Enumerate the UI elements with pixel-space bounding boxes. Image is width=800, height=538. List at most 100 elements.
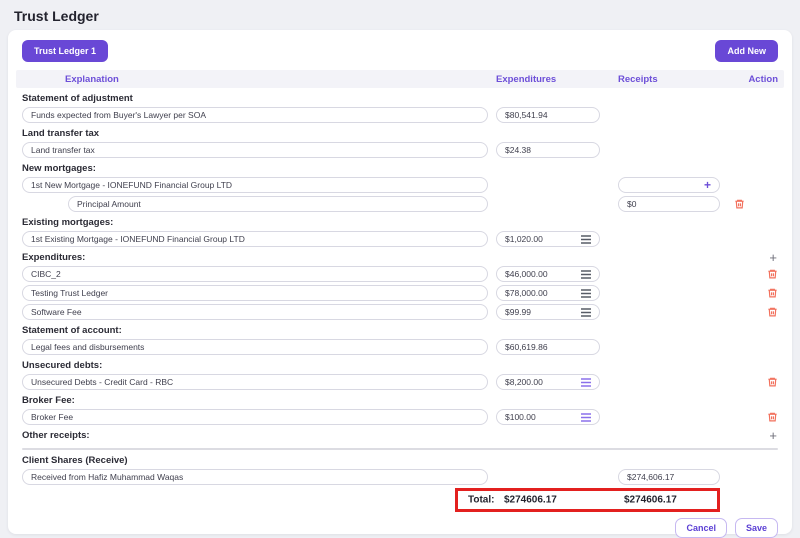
section-header-row: Land transfer tax (22, 127, 778, 140)
ledger-row: Land transfer tax $24.38 (22, 142, 778, 158)
total-wrap: Total: $274606.17 $274606.17 (16, 488, 784, 512)
expenditure-field[interactable]: $99.99 (496, 304, 600, 320)
section-label: Existing mortgages: (22, 217, 113, 228)
expenditure-field[interactable]: $100.00 (496, 409, 600, 425)
explanation-cell: Broker Fee (22, 409, 488, 425)
expenditure-field[interactable]: $80,541.94 (496, 107, 600, 123)
explanation-field[interactable]: Software Fee (22, 304, 488, 320)
ledger-row: Principal Amount $0 (22, 196, 778, 212)
receipt-cell: $274,606.17 (618, 469, 720, 485)
trash-icon[interactable] (767, 411, 778, 423)
explanation-field[interactable]: Principal Amount (68, 196, 488, 212)
action-cell (720, 306, 778, 318)
list-lines-icon[interactable] (581, 235, 591, 244)
section-header-row: Broker Fee: (22, 394, 778, 407)
section-header-row: Expenditures: + (22, 251, 778, 264)
add-row-plus-icon[interactable]: + (768, 251, 778, 264)
cancel-button[interactable]: Cancel (675, 518, 727, 538)
tab-trust-ledger-1[interactable]: Trust Ledger 1 (22, 40, 108, 62)
expenditure-field[interactable]: $8,200.00 (496, 374, 600, 390)
explanation-field[interactable]: Unsecured Debts - Credit Card - RBC (22, 374, 488, 390)
explanation-field[interactable]: CIBC_2 (22, 266, 488, 282)
explanation-cell: Received from Hafiz Muhammad Waqas (22, 469, 488, 485)
expenditure-cell: $99.99 (496, 304, 600, 320)
explanation-cell: 1st New Mortgage - IONEFUND Financial Gr… (22, 177, 488, 193)
section-header-row: Statement of account: (22, 324, 778, 337)
trash-icon[interactable] (767, 268, 778, 280)
list-lines-icon[interactable] (581, 413, 591, 422)
section-label: Land transfer tax (22, 128, 99, 139)
explanation-cell: Unsecured Debts - Credit Card - RBC (22, 374, 488, 390)
header-receipts: Receipts (618, 74, 720, 85)
explanation-field[interactable]: Funds expected from Buyer's Lawyer per S… (22, 107, 488, 123)
ledger-row: Testing Trust Ledger $78,000.00 (22, 285, 778, 301)
expenditure-field[interactable]: $24.38 (496, 142, 600, 158)
trash-icon[interactable] (767, 376, 778, 388)
trash-icon[interactable] (734, 198, 745, 210)
receipt-add-field[interactable]: + (618, 177, 720, 193)
receipt-field[interactable]: $274,606.17 (618, 469, 720, 485)
list-lines-icon[interactable] (581, 289, 591, 298)
section-label: Statement of account: (22, 325, 122, 336)
add-new-button[interactable]: Add New (715, 40, 778, 62)
ledger-row: 1st Existing Mortgage - IONEFUND Financi… (22, 231, 778, 247)
expenditure-cell: $78,000.00 (496, 285, 600, 301)
explanation-field-value: Land transfer tax (31, 145, 479, 155)
explanation-field[interactable]: Land transfer tax (22, 142, 488, 158)
expenditure-cell: $60,619.86 (496, 339, 600, 355)
explanation-field-value: Unsecured Debts - Credit Card - RBC (31, 377, 479, 387)
explanation-field-value: Funds expected from Buyer's Lawyer per S… (31, 110, 479, 120)
receipt-field[interactable]: $0 (618, 196, 720, 212)
trust-ledger-card: Trust Ledger 1 Add New Explanation Expen… (8, 30, 792, 534)
receipt-field-value: $0 (627, 199, 711, 209)
explanation-field[interactable]: 1st Existing Mortgage - IONEFUND Financi… (22, 231, 488, 247)
total-row: Total: $274606.17 $274606.17 (455, 488, 720, 512)
add-row-plus-icon[interactable]: + (768, 429, 778, 442)
section-label: Other receipts: (22, 430, 90, 441)
explanation-field-value: CIBC_2 (31, 269, 479, 279)
section-header-row: Other receipts: + (22, 429, 778, 442)
expenditure-cell: $80,541.94 (496, 107, 600, 123)
explanation-field[interactable]: Testing Trust Ledger (22, 285, 488, 301)
section-header-row: New mortgages: (22, 162, 778, 175)
list-lines-icon[interactable] (581, 378, 591, 387)
explanation-field[interactable]: Legal fees and disbursements (22, 339, 488, 355)
explanation-cell: CIBC_2 (22, 266, 488, 282)
table-header-row: Explanation Expenditures Receipts Action (16, 70, 784, 88)
ledger-row: CIBC_2 $46,000.00 (22, 266, 778, 282)
explanation-field-value: Testing Trust Ledger (31, 288, 479, 298)
section-header-row: Statement of adjustment (22, 92, 778, 105)
expenditure-field-value: $80,541.94 (505, 110, 591, 120)
header-explanation: Explanation (22, 74, 488, 85)
section-label: Unsecured debts: (22, 360, 102, 371)
explanation-cell: Testing Trust Ledger (22, 285, 488, 301)
explanation-field-value: Principal Amount (77, 199, 479, 209)
explanation-field-value: Received from Hafiz Muhammad Waqas (31, 472, 479, 482)
save-button[interactable]: Save (735, 518, 778, 538)
total-receipts: $274606.17 (624, 495, 677, 506)
explanation-field-value: Software Fee (31, 307, 479, 317)
expenditure-field[interactable]: $78,000.00 (496, 285, 600, 301)
ledger-row: Received from Hafiz Muhammad Waqas $274,6… (22, 469, 778, 485)
action-cell (720, 287, 778, 299)
list-lines-icon[interactable] (581, 308, 591, 317)
expenditure-field-value: $60,619.86 (505, 342, 591, 352)
explanation-cell: Funds expected from Buyer's Lawyer per S… (22, 107, 488, 123)
section-label: Broker Fee: (22, 395, 75, 406)
section-label: New mortgages: (22, 163, 96, 174)
plus-icon[interactable]: + (704, 178, 711, 192)
page-title: Trust Ledger (0, 0, 800, 30)
ledger-body: Statement of adjustment Funds expected fr… (16, 92, 784, 485)
list-lines-icon[interactable] (581, 270, 591, 279)
expenditure-field-value: $78,000.00 (505, 288, 581, 298)
section-label: Expenditures: (22, 252, 85, 263)
expenditure-field[interactable]: $60,619.86 (496, 339, 600, 355)
expenditure-field[interactable]: $1,020.00 (496, 231, 600, 247)
explanation-field[interactable]: 1st New Mortgage - IONEFUND Financial Gr… (22, 177, 488, 193)
ledger-row: Broker Fee $100.00 (22, 409, 778, 425)
explanation-field[interactable]: Received from Hafiz Muhammad Waqas (22, 469, 488, 485)
trash-icon[interactable] (767, 306, 778, 318)
expenditure-field[interactable]: $46,000.00 (496, 266, 600, 282)
explanation-field[interactable]: Broker Fee (22, 409, 488, 425)
trash-icon[interactable] (767, 287, 778, 299)
